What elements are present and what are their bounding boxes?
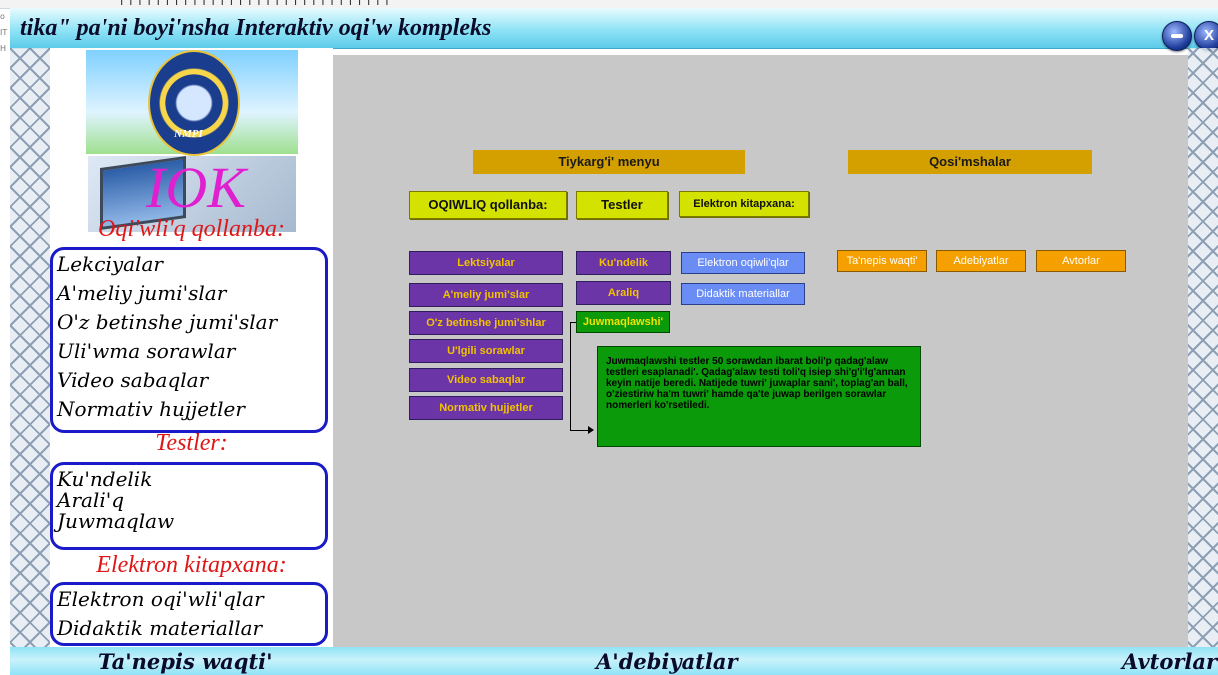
manual-item-sample-questions[interactable]: U'lgili sorawlar [409, 339, 563, 363]
connector-line [570, 322, 576, 323]
manual-item-lectures[interactable]: Lektsiyalar [409, 251, 563, 275]
tests-list: Ku'ndelik Arali'q Juwmaqlaw [50, 462, 328, 550]
arrow-right-icon [588, 426, 594, 434]
sidebar-item-final-test[interactable]: Juwmaqlaw [53, 511, 325, 532]
main-content: Tiykarg'i' menyu Qosi'mshalar OQIWLIQ qo… [333, 55, 1188, 647]
library-item-didactic-materials[interactable]: Didaktik materiallar [681, 283, 805, 305]
manual-item-practicals[interactable]: A'meliy jumi'slar [409, 283, 563, 307]
library-list: Elektron oqi'wli'qlar Didaktik materiall… [50, 582, 328, 646]
sidebar-item-general-questions[interactable]: Uli'wma sorawlar [53, 337, 325, 366]
manual-item-video-lessons[interactable]: Video sabaqlar [409, 368, 563, 392]
sidebar-item-midterm-test[interactable]: Arali'q [53, 490, 325, 511]
main-menu-header: Tiykarg'i' menyu [473, 150, 745, 174]
left-ornament-border [10, 48, 50, 652]
category-library-button[interactable]: Elektron kitapxana: [679, 191, 809, 217]
sidebar-item-video-lessons[interactable]: Video sabaqlar [53, 366, 325, 395]
background-fragment: o [0, 12, 5, 21]
test-item-midterm[interactable]: Araliq [576, 281, 671, 305]
close-button[interactable]: X [1194, 21, 1218, 51]
sidebar-item-practicals[interactable]: A'meliy jumi'slar [53, 279, 325, 308]
bottom-break-time-link[interactable]: Ta'nepis waqti' [98, 649, 273, 674]
minimize-button[interactable] [1162, 21, 1192, 51]
title-bar: tika" pa'ni boyi'nsha Interaktiv oqi'w k… [10, 8, 1218, 51]
manual-list: Lekciyalar A'meliy jumi'slar O'z betinsh… [50, 247, 328, 433]
sidebar-item-e-textbooks[interactable]: Elektron oqi'wli'qlar [53, 585, 325, 614]
bottom-literature-link[interactable]: A'debiyatlar [596, 649, 738, 674]
sidebar-item-independent-work[interactable]: O'z betinshe jumi'slar [53, 308, 325, 337]
sidebar-item-daily-test[interactable]: Ku'ndelik [53, 469, 325, 490]
section-title-tests: Testler: [155, 430, 228, 456]
bottom-bar: Ta'nepis waqti' A'debiyatlar Avtorlar [10, 647, 1218, 675]
emblem-icon [148, 50, 240, 156]
extra-item-break-time[interactable]: Ta'nepis waqti' [837, 250, 927, 272]
sidebar: NMPI IOK Oqi'wli'q qollanba: Lekciyalar … [50, 48, 333, 652]
right-ornament-border [1188, 48, 1218, 652]
section-title-manual: Oqi'wli'q qollanba: [98, 216, 285, 242]
category-manual-button[interactable]: OQIWLIQ qollanba: [409, 191, 567, 219]
extras-header: Qosi'mshalar [848, 150, 1092, 174]
iok-brand: IOK [146, 155, 246, 220]
sidebar-item-normative-docs[interactable]: Normativ hujjetler [53, 395, 325, 424]
extra-item-literature[interactable]: Adebiyatlar [936, 250, 1026, 272]
connector-line [570, 322, 571, 430]
logo-label: NMPI [174, 128, 203, 140]
window-title: tika" pa'ni boyi'nsha Interaktiv oqi'w k… [20, 15, 492, 41]
background-fragment: IT [0, 28, 8, 37]
university-logo: NMPI [86, 50, 298, 156]
library-item-e-textbooks[interactable]: Elektron oqiwli'qlar [681, 252, 805, 274]
test-item-daily[interactable]: Ku'ndelik [576, 251, 671, 275]
minimize-icon [1171, 34, 1183, 39]
section-title-library: Elektron kitapxana: [96, 552, 287, 578]
sidebar-item-didactic-materials[interactable]: Didaktik materiallar [53, 614, 325, 643]
category-tests-button[interactable]: Testler [576, 191, 668, 219]
info-box: Juwmaqlawshi testler 50 sorawdan ibarat … [597, 346, 921, 447]
manual-item-independent-work[interactable]: O'z betinshe jumi'shlar [409, 311, 563, 335]
test-item-final-selected[interactable]: Juwmaqlawshi' [576, 311, 670, 333]
extra-item-authors[interactable]: Avtorlar [1036, 250, 1126, 272]
background-fragment: H [0, 44, 7, 53]
bottom-authors-link[interactable]: Avtorlar [1122, 649, 1217, 674]
manual-item-normative-docs[interactable]: Normativ hujjetler [409, 396, 563, 420]
connector-line [570, 430, 588, 431]
sidebar-item-lectures[interactable]: Lekciyalar [53, 250, 325, 279]
